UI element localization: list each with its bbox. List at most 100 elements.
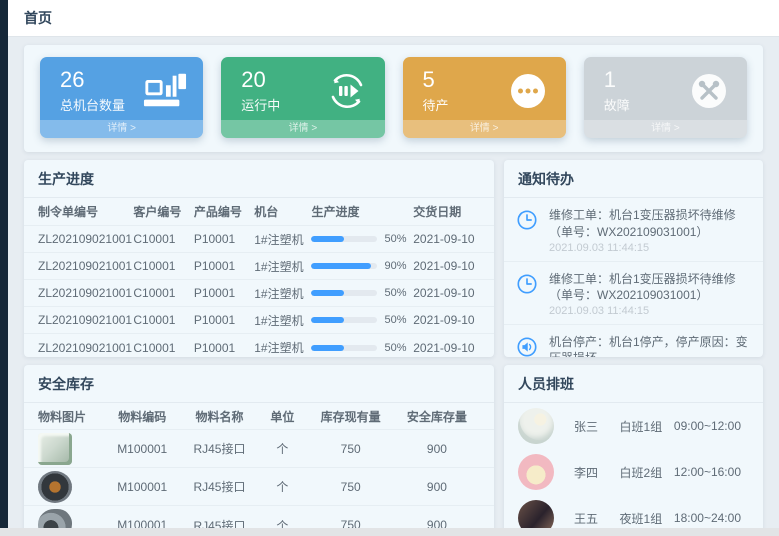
- bottom-edge-strip: [0, 528, 779, 536]
- stat-card-body: 20 运行中: [221, 57, 384, 120]
- running-detail-link[interactable]: 详情 >: [221, 120, 384, 138]
- shift-time: 12:00~16:00: [674, 465, 749, 479]
- progress-track: [311, 263, 377, 269]
- notification-item[interactable]: 维修工单：机台1变压器损坏待维修（单号：WX202109031001） 2021…: [504, 198, 763, 261]
- notification-content: 维修工单：机台1变压器损坏待维修（单号：WX202109031001） 2021…: [549, 207, 751, 253]
- notification-timestamp: 2021.09.03 11:44:15: [549, 242, 751, 254]
- personnel-schedule-title: 人员排班: [504, 365, 763, 403]
- delivery-date-cell: 2021-09-10: [413, 286, 480, 300]
- production-progress-title: 生产进度: [24, 160, 494, 198]
- progress-percent-label: 50%: [384, 233, 406, 245]
- shift-time: 09:00~12:00: [674, 419, 749, 433]
- machine-cell: 1#注塑机: [254, 285, 311, 302]
- stat-card-text: 26 总机台数量: [60, 67, 125, 114]
- progress-percent-label: 50%: [384, 287, 406, 299]
- safety-stock-cell: 900: [394, 480, 480, 494]
- fault-value: 1: [604, 67, 630, 93]
- col-product-no: 产品编号: [194, 203, 254, 220]
- col-material-name: 物料名称: [182, 408, 257, 425]
- product-no-cell: P10001: [194, 259, 254, 273]
- product-no-cell: P10001: [194, 341, 254, 355]
- person-name: 王五: [574, 510, 620, 527]
- notification-text: 机台停产：机台1停产，停产原因：变压器损坏: [549, 334, 751, 357]
- dashboard-content: 26 总机台数量 详情 > 20: [8, 37, 779, 536]
- total-machines-detail-link[interactable]: 详情 >: [40, 120, 203, 138]
- collapsed-sidebar[interactable]: [0, 0, 8, 528]
- shift-label: 白班1组: [620, 418, 674, 435]
- notification-icon-slot: [516, 271, 540, 317]
- material-image-cell: [38, 433, 103, 465]
- customer-no-cell: C10001: [133, 286, 193, 300]
- personnel-schedule-panel: 人员排班 张三 白班1组 09:00~12:00 李四 白班2组 12:00~1…: [504, 365, 763, 536]
- total-machines-label: 总机台数量: [60, 95, 125, 114]
- notifications-title: 通知待办: [504, 160, 763, 198]
- stat-card-body: 1 故障: [584, 57, 747, 120]
- progress-cell: 50%: [311, 342, 413, 354]
- col-stock-on-hand: 库存现有量: [308, 408, 394, 425]
- notifications-panel: 通知待办 维修工单：机台1变压器损坏待维修（单号：WX202109031001）…: [504, 160, 763, 357]
- product-no-cell: P10001: [194, 232, 254, 246]
- order-no-cell: ZL202109021001: [38, 313, 133, 327]
- shift-label: 夜班1组: [620, 510, 674, 527]
- progress-cell: 90%: [311, 260, 413, 272]
- production-table-row: ZL202109021001 C10001 P10001 1#注塑机 50% 2…: [24, 226, 494, 253]
- li-si-avatar: [518, 454, 554, 490]
- material-code-cell: M100001: [103, 480, 182, 494]
- speaker-icon: [516, 336, 538, 357]
- notification-content: 维修工单：机台1变压器损坏待维修（单号：WX202109031001） 2021…: [549, 271, 751, 317]
- notification-item[interactable]: 维修工单：机台1变压器损坏待维修（单号：WX202109031001） 2021…: [504, 262, 763, 325]
- schedule-row: 张三 白班1组 09:00~12:00: [504, 403, 763, 449]
- col-material-code: 物料编码: [103, 408, 182, 425]
- machine-cell: 1#注塑机: [254, 339, 311, 356]
- material-code-cell: M100001: [103, 442, 182, 456]
- waiting-label: 待产: [423, 95, 449, 114]
- material-name-cell: RJ45接口: [182, 440, 257, 457]
- zhang-san-avatar: [518, 408, 554, 444]
- safety-stock-title: 安全库存: [24, 365, 494, 403]
- stock-on-hand-cell: 750: [308, 480, 394, 494]
- order-no-cell: ZL202109021001: [38, 259, 133, 273]
- col-delivery-date: 交货日期: [413, 203, 480, 220]
- col-order-no: 制令单编号: [38, 203, 133, 220]
- inventory-table-body: M100001 RJ45接口 个 750 900 M100001 RJ45接口 …: [24, 430, 494, 536]
- running-icon: [325, 71, 369, 111]
- ellipsis-icon: [506, 71, 550, 111]
- fault-detail-link[interactable]: 详情 >: [584, 120, 747, 138]
- progress-track: [311, 317, 377, 323]
- progress-cell: 50%: [311, 233, 413, 245]
- order-no-cell: ZL202109021001: [38, 341, 133, 355]
- notification-item[interactable]: 机台停产：机台1停产，停产原因：变压器损坏 2021.09.03 11:44:1…: [504, 325, 763, 357]
- clock-icon: [516, 209, 538, 231]
- customer-no-cell: C10001: [133, 259, 193, 273]
- waiting-detail-link[interactable]: 详情 >: [403, 120, 566, 138]
- tab-home[interactable]: 首页: [8, 8, 68, 28]
- clock-icon: [516, 273, 538, 295]
- delivery-date-cell: 2021-09-10: [413, 341, 480, 355]
- running-value: 20: [241, 67, 280, 93]
- stat-card-total-machines[interactable]: 26 总机台数量 详情 >: [40, 57, 203, 138]
- rj45-connector: [38, 433, 72, 465]
- stat-card-waiting[interactable]: 5 待产 详情 >: [403, 57, 566, 138]
- progress-fill: [311, 290, 344, 296]
- col-machine: 机台: [254, 203, 311, 220]
- person-name: 李四: [574, 464, 620, 481]
- stat-card-running[interactable]: 20 运行中 详情 >: [221, 57, 384, 138]
- stat-card-body: 26 总机台数量: [40, 57, 203, 120]
- production-table-row: ZL202109021001 C10001 P10001 1#注塑机 50% 2…: [24, 307, 494, 334]
- progress-track: [311, 236, 377, 242]
- col-progress: 生产进度: [311, 203, 413, 220]
- unit-cell: 个: [257, 440, 307, 457]
- production-table-body: ZL202109021001 C10001 P10001 1#注塑机 50% 2…: [24, 226, 494, 357]
- total-machines-value: 26: [60, 67, 125, 93]
- progress-fill: [311, 345, 344, 351]
- material-name-cell: RJ45接口: [182, 478, 257, 495]
- running-label: 运行中: [241, 95, 280, 114]
- progress-track: [311, 345, 377, 351]
- stat-card-fault[interactable]: 1 故障 详情 >: [584, 57, 747, 138]
- product-no-cell: P10001: [194, 313, 254, 327]
- safety-stock-cell: 900: [394, 442, 480, 456]
- waiting-value: 5: [423, 67, 449, 93]
- progress-percent-label: 90%: [384, 260, 406, 272]
- shift-time: 18:00~24:00: [674, 511, 749, 525]
- delivery-date-cell: 2021-09-10: [413, 259, 480, 273]
